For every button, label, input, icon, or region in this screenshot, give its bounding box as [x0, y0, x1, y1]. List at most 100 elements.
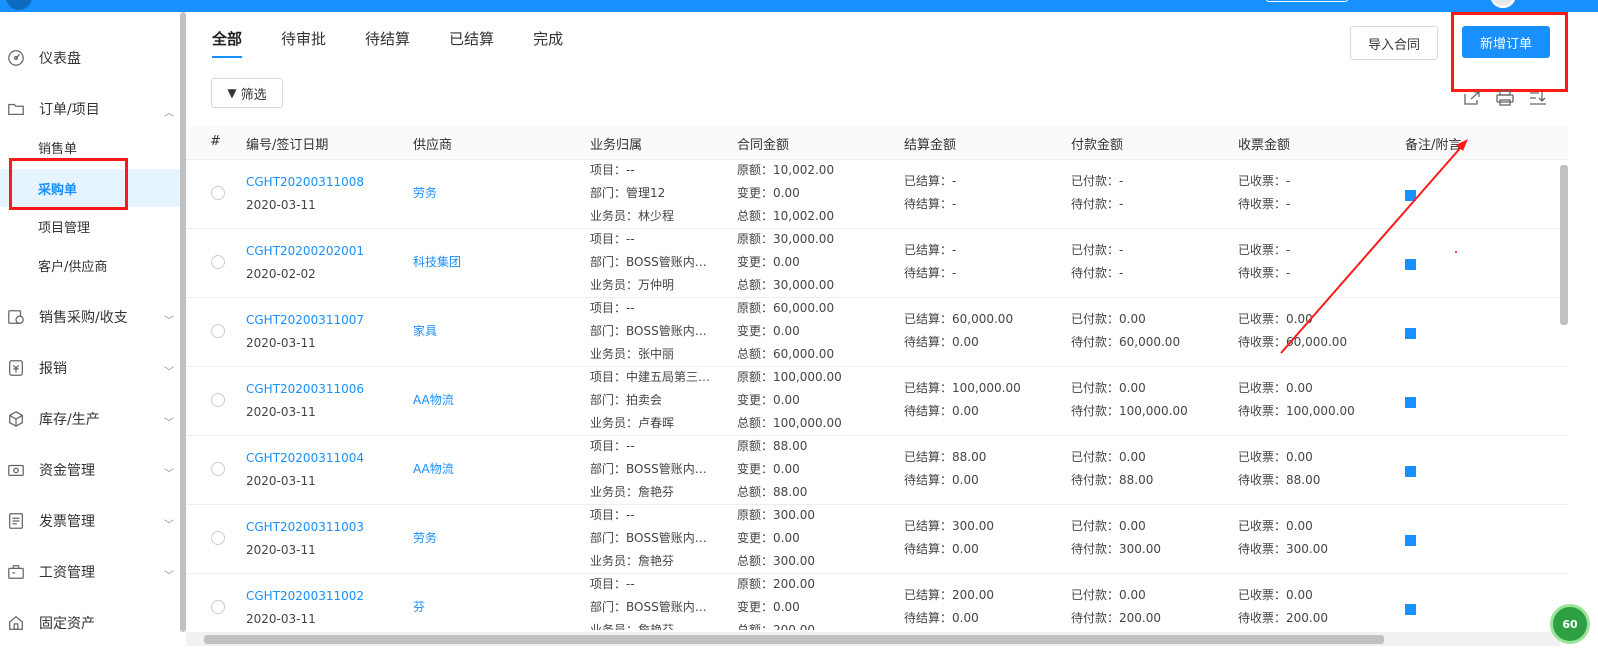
tab-all[interactable]: 全部: [212, 28, 243, 58]
export-icon[interactable]: [1461, 88, 1483, 108]
row-radio[interactable]: [211, 531, 225, 545]
remark-icon[interactable]: [1405, 259, 1416, 270]
sidebar-item-label: 工资管理: [39, 565, 95, 581]
row-radio[interactable]: [211, 393, 225, 407]
settle-amount: 已结算：100,000.00: [904, 381, 1021, 395]
table-row[interactable]: CGHT20200311006 2020-03-11 AA物流 项目：中建五局第三… 部…: [186, 367, 1568, 436]
contract-amount: 变更：0.00: [737, 393, 800, 407]
settle-amount: 已结算：200.00: [904, 588, 994, 602]
sidebar-item-label: 库存/生产: [39, 412, 100, 428]
invoice-amount: 已收票：-: [1238, 243, 1291, 257]
remark-icon[interactable]: [1405, 190, 1416, 201]
sidebar-item-fixed-assets[interactable]: 固定资产: [0, 603, 180, 643]
sidebar-sub-projects[interactable]: 项目管理: [0, 207, 186, 245]
table-body: CGHT20200311008 2020-03-11 劳务 项目：-- 部门：管理12 业…: [186, 160, 1568, 630]
sidebar-item-label: 发票管理: [39, 514, 95, 530]
tab-pending-settlement[interactable]: 待结算: [365, 28, 410, 58]
sidebar-sub-label: 项目管理: [38, 220, 91, 236]
folder-icon: [6, 99, 26, 119]
remark-icon[interactable]: [1405, 328, 1416, 339]
sidebar-item-sales-purchase[interactable]: 销售采购/收支 ﹀: [0, 297, 180, 337]
business-info: 项目：--: [590, 232, 635, 246]
order-code-link[interactable]: CGHT20200311006: [246, 378, 364, 401]
remark-icon[interactable]: [1405, 535, 1416, 546]
tab-completed[interactable]: 完成: [533, 28, 563, 58]
filter-button[interactable]: ▼ 筛选: [211, 78, 283, 108]
table-row[interactable]: CGHT20200311003 2020-03-11 劳务 项目：-- 部门：BOSS管…: [186, 505, 1568, 574]
top-search-input[interactable]: [1266, 0, 1348, 2]
chevron-down-icon: ﹀: [164, 316, 174, 327]
vendor-link[interactable]: AA物流: [413, 458, 454, 481]
business-info: 项目：--: [590, 577, 635, 591]
vendor-link[interactable]: 劳务: [413, 182, 437, 205]
table-row[interactable]: CGHT20200311002 2020-03-11 芬 项目：-- 部门：BOSS管账…: [186, 574, 1568, 630]
order-code-link[interactable]: CGHT20200311008: [246, 171, 364, 194]
sidebar-item-invoices[interactable]: 发票管理 ﹀: [0, 501, 180, 541]
settle-amount: 待结算：0.00: [904, 473, 979, 487]
salary-icon: [6, 562, 26, 582]
contract-amount: 原额：300.00: [737, 508, 815, 522]
order-code-link[interactable]: CGHT20200311007: [246, 309, 364, 332]
row-radio[interactable]: [211, 255, 225, 269]
sidebar-item-label: 资金管理: [39, 463, 95, 479]
import-contract-button[interactable]: 导入合同: [1350, 26, 1438, 60]
sidebar-item-orders[interactable]: 订单/项目 ︿: [0, 89, 180, 129]
settle-amount: 待结算：0.00: [904, 335, 979, 349]
vendor-link[interactable]: 科技集团: [413, 251, 461, 274]
sidebar-sub-customers[interactable]: 客户/供应商: [0, 246, 186, 284]
business-info: 项目：--: [590, 439, 635, 453]
invoice-amount: 已收票：0.00: [1238, 450, 1313, 464]
remark-icon[interactable]: [1405, 466, 1416, 477]
settle-amount: 已结算：-: [904, 174, 957, 188]
table-row[interactable]: CGHT20200311008 2020-03-11 劳务 项目：-- 部门：管理12 业…: [186, 160, 1568, 229]
order-code-link[interactable]: CGHT20200311002: [246, 585, 364, 608]
row-radio[interactable]: [211, 186, 225, 200]
col-code-date: 编号/签订日期: [246, 138, 329, 153]
sidebar-item-dashboard[interactable]: 仪表盘: [0, 38, 180, 78]
pay-amount: 待付款：60,000.00: [1071, 335, 1181, 349]
tab-pending-approval[interactable]: 待审批: [281, 28, 326, 58]
col-contract-amount: 合同金额: [737, 138, 790, 153]
business-info: 部门：BOSS管账内…: [590, 255, 707, 269]
row-radio[interactable]: [211, 600, 225, 614]
contract-amount: 原额：10,002.00: [737, 163, 835, 177]
table-row[interactable]: CGHT20200311007 2020-03-11 家具 项目：-- 部门：BOSS管…: [186, 298, 1568, 367]
table-vertical-scrollbar[interactable]: [1560, 165, 1568, 325]
table-row[interactable]: CGHT20200311004 2020-03-11 AA物流 项目：-- 部门：BOS…: [186, 436, 1568, 505]
download-icon[interactable]: [1527, 88, 1549, 108]
tab-settled[interactable]: 已结算: [449, 28, 494, 58]
invoice-amount: 待收票：88.00: [1238, 473, 1321, 487]
contract-amount: 变更：0.00: [737, 531, 800, 545]
remark-icon[interactable]: [1405, 397, 1416, 408]
order-code-link[interactable]: CGHT20200311004: [246, 447, 364, 470]
business-info: 业务员：林少程: [590, 209, 675, 223]
row-radio[interactable]: [211, 324, 225, 338]
contract-amount: 变更：0.00: [737, 255, 800, 269]
vendor-link[interactable]: 劳务: [413, 527, 437, 550]
vendor-link[interactable]: AA物流: [413, 389, 454, 412]
contract-amount: 变更：0.00: [737, 462, 800, 476]
sidebar-item-inventory[interactable]: 库存/生产 ﹀: [0, 399, 180, 439]
remark-icon[interactable]: [1405, 604, 1416, 615]
settle-amount: 待结算：-: [904, 266, 957, 280]
business-info: 业务员：詹艳芬: [590, 554, 675, 568]
vendor-link[interactable]: 芬: [413, 596, 425, 619]
order-code-link[interactable]: CGHT20200311003: [246, 516, 364, 539]
order-code-link[interactable]: CGHT20200202001: [246, 240, 364, 263]
row-radio[interactable]: [211, 462, 225, 476]
logo[interactable]: [6, 0, 32, 10]
sidebar-item-reimburse[interactable]: 报销 ﹀: [0, 348, 180, 388]
pay-amount: 已付款：0.00: [1071, 519, 1146, 533]
annotation-box-new-order: [1451, 12, 1568, 92]
vendor-link[interactable]: 家具: [413, 320, 437, 343]
annotation-box-purchase: [9, 158, 128, 210]
table-horizontal-scrollbar[interactable]: [204, 635, 1384, 644]
avatar[interactable]: [1490, 0, 1516, 8]
table-row[interactable]: CGHT20200202001 2020-02-02 科技集团 项目：-- 部门：BOS…: [186, 229, 1568, 298]
sidebar-item-salary[interactable]: 工资管理 ﹀: [0, 552, 180, 592]
chevron-up-icon: ︿: [164, 108, 174, 119]
sidebar-item-funds[interactable]: 资金管理 ﹀: [0, 450, 180, 490]
floating-badge[interactable]: 60: [1550, 604, 1590, 644]
print-icon[interactable]: [1494, 88, 1516, 108]
settle-amount: 已结算：-: [904, 243, 957, 257]
